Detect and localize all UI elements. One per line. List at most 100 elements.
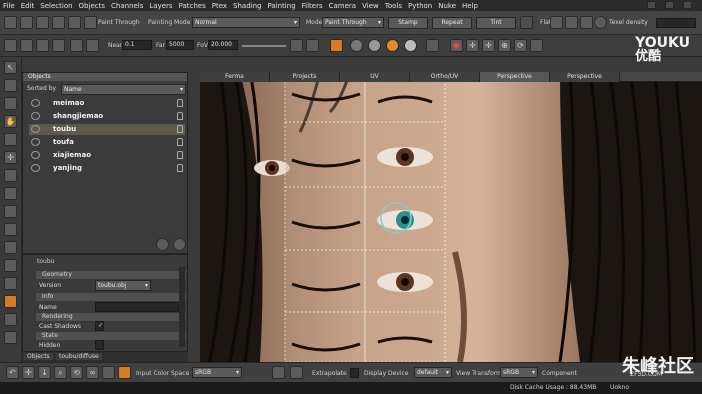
close-icon[interactable] bbox=[683, 1, 692, 9]
tab-perspective[interactable]: Perspective bbox=[480, 72, 550, 82]
visibility-eye-icon[interactable] bbox=[31, 138, 40, 146]
home-view-icon[interactable] bbox=[290, 39, 303, 52]
section-info[interactable]: Info bbox=[36, 293, 186, 301]
near-field[interactable]: 0.1 bbox=[122, 40, 152, 50]
export-icon[interactable] bbox=[68, 16, 81, 29]
undo-icon[interactable]: ↶ bbox=[6, 366, 19, 379]
lock-icon[interactable] bbox=[177, 112, 183, 120]
visibility-eye-icon[interactable] bbox=[31, 125, 40, 133]
tab-ortho-uv[interactable]: Ortho/UV bbox=[410, 72, 480, 82]
lock-icon[interactable] bbox=[177, 125, 183, 133]
menu-objects[interactable]: Objects bbox=[79, 2, 105, 10]
tint-button[interactable]: Tint bbox=[476, 17, 516, 29]
open-project-icon[interactable] bbox=[20, 16, 33, 29]
transform-icon[interactable]: ✛ bbox=[4, 151, 17, 164]
section-rendering[interactable]: Rendering bbox=[36, 313, 186, 321]
extrapolate-checkbox[interactable] bbox=[350, 368, 359, 378]
paint-mode-icon[interactable] bbox=[330, 39, 343, 52]
menu-layers[interactable]: Layers bbox=[149, 2, 172, 10]
tab-uv[interactable]: UV bbox=[340, 72, 410, 82]
list-item[interactable]: toufa bbox=[29, 137, 185, 148]
zoom-icon[interactable]: ⊕ bbox=[498, 39, 511, 52]
menu-tools[interactable]: Tools bbox=[385, 2, 402, 10]
lock-icon[interactable] bbox=[177, 99, 183, 107]
material-sphere-icon[interactable] bbox=[386, 39, 399, 52]
hidden-checkbox[interactable] bbox=[95, 340, 104, 350]
arrow-down-icon[interactable]: ↓ bbox=[38, 366, 51, 379]
light-icon[interactable] bbox=[426, 39, 439, 52]
far-field[interactable]: 5000 bbox=[166, 40, 194, 50]
input-color-space-dropdown[interactable]: sRGB bbox=[192, 367, 242, 378]
loop-icon[interactable]: ∞ bbox=[86, 366, 99, 379]
list-item[interactable]: shangjiemao bbox=[29, 111, 185, 122]
menu-ptex[interactable]: Ptex bbox=[212, 2, 227, 10]
section-geometry[interactable]: Geometry bbox=[36, 271, 186, 279]
eraser-icon[interactable] bbox=[4, 97, 17, 110]
camera-icon[interactable] bbox=[4, 39, 17, 52]
maximize-icon[interactable] bbox=[665, 1, 674, 9]
menu-selection[interactable]: Selection bbox=[40, 2, 72, 10]
menu-channels[interactable]: Channels bbox=[111, 2, 143, 10]
version-dropdown[interactable]: toubu.obj bbox=[95, 280, 151, 291]
list-item[interactable]: xiajiemao bbox=[29, 150, 185, 161]
name-field[interactable] bbox=[95, 302, 179, 312]
visibility-eye-icon[interactable] bbox=[31, 151, 40, 159]
view-split-icon[interactable] bbox=[86, 39, 99, 52]
painting-mode-dropdown[interactable]: Normal bbox=[192, 17, 300, 28]
projection-icon[interactable] bbox=[4, 295, 17, 308]
lock-icon[interactable] bbox=[177, 138, 183, 146]
rotate-view-icon[interactable]: ⟲ bbox=[70, 366, 83, 379]
search-icon[interactable]: ⌕ bbox=[54, 366, 67, 379]
graph-icon[interactable] bbox=[4, 241, 17, 254]
fov-slider[interactable] bbox=[242, 45, 286, 47]
record-icon[interactable]: ● bbox=[450, 39, 463, 52]
menu-nuke[interactable]: Nuke bbox=[438, 2, 456, 10]
select-arrow-icon[interactable]: ↖ bbox=[4, 61, 17, 74]
lit-sphere-icon[interactable] bbox=[368, 39, 381, 52]
camera-lock-icon[interactable] bbox=[52, 39, 65, 52]
menu-file[interactable]: File bbox=[3, 2, 15, 10]
pan-icon[interactable]: ✛ bbox=[482, 39, 495, 52]
list-item-selected[interactable]: toubu bbox=[29, 124, 185, 135]
transform-handle-icon[interactable]: ✛ bbox=[22, 366, 35, 379]
visibility-eye-icon[interactable] bbox=[31, 112, 40, 120]
camera-list-icon[interactable] bbox=[20, 39, 33, 52]
object-options-icon[interactable] bbox=[173, 238, 186, 251]
tab-objects[interactable]: Objects bbox=[24, 353, 53, 360]
camera-new-icon[interactable] bbox=[36, 39, 49, 52]
section-state[interactable]: State bbox=[36, 332, 186, 340]
tab-toubu-diffuse[interactable]: toubu/diffuse bbox=[56, 353, 102, 360]
view-grid-icon[interactable] bbox=[70, 39, 83, 52]
swatch-icon[interactable] bbox=[520, 16, 533, 29]
save-icon[interactable] bbox=[36, 16, 49, 29]
texel-toggle-icon[interactable] bbox=[594, 16, 607, 29]
stamp-button[interactable]: Stamp bbox=[388, 17, 428, 29]
menu-camera[interactable]: Camera bbox=[329, 2, 356, 10]
add-object-icon[interactable] bbox=[156, 238, 169, 251]
flat-sphere-icon[interactable] bbox=[404, 39, 417, 52]
viewport[interactable] bbox=[200, 72, 702, 362]
clone-icon[interactable] bbox=[4, 133, 17, 146]
list-item[interactable]: yanjing bbox=[29, 163, 185, 174]
gradient-icon[interactable] bbox=[4, 223, 17, 236]
grid-icon[interactable] bbox=[580, 16, 593, 29]
visibility-eye-icon[interactable] bbox=[31, 99, 40, 107]
cast-shadows-checkbox[interactable]: ✓ bbox=[95, 321, 104, 331]
marquee-icon[interactable] bbox=[4, 331, 17, 344]
fill-icon[interactable] bbox=[4, 187, 17, 200]
lock-icon[interactable] bbox=[177, 164, 183, 172]
paint-brush-icon[interactable] bbox=[4, 79, 17, 92]
lasso-icon[interactable] bbox=[4, 313, 17, 326]
minimize-icon[interactable] bbox=[647, 1, 656, 9]
properties-scrollbar[interactable] bbox=[179, 267, 185, 347]
tab-perspective-2[interactable]: Perspective bbox=[550, 72, 620, 82]
wireframe-icon[interactable] bbox=[565, 16, 578, 29]
patch-icon[interactable] bbox=[4, 277, 17, 290]
repeat-button[interactable]: Repeat bbox=[432, 17, 472, 29]
sorted-by-dropdown[interactable]: Name bbox=[61, 84, 186, 95]
blur-icon[interactable] bbox=[4, 205, 17, 218]
menu-help[interactable]: Help bbox=[462, 2, 478, 10]
visibility-eye-icon[interactable] bbox=[31, 164, 40, 172]
tab-ferma[interactable]: Ferma bbox=[200, 72, 270, 82]
lasso-select-icon[interactable] bbox=[102, 366, 115, 379]
